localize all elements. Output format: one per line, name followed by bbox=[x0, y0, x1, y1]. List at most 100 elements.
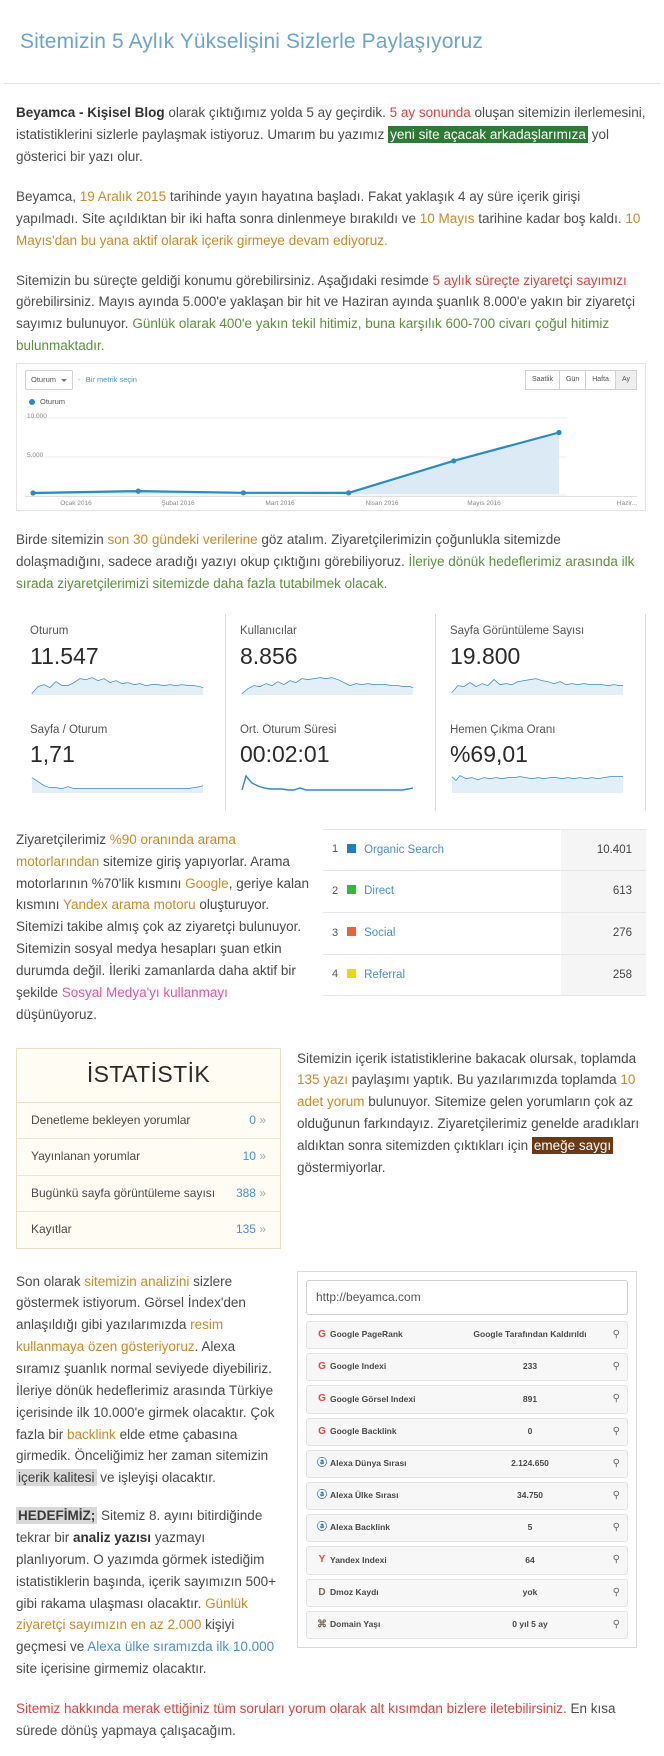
seo-value: 64 bbox=[525, 1554, 535, 1565]
stat-value: 388 bbox=[235, 1185, 256, 1200]
source-name[interactable]: Referral bbox=[360, 954, 561, 996]
list-item[interactable]: Yayınlanan yorumlar 10 » bbox=[17, 1139, 280, 1176]
source-color-swatch bbox=[343, 954, 360, 996]
chevron-right-icon: » bbox=[259, 1222, 266, 1237]
chart-metric-controls: Oturum - Bir metrik seçin bbox=[25, 370, 137, 391]
google-icon: G bbox=[318, 1393, 326, 1405]
range-option-hafta[interactable]: Hafta bbox=[586, 370, 616, 390]
yandex-icon: Y bbox=[318, 1554, 326, 1566]
chevron-right-icon: » bbox=[259, 1149, 266, 1164]
search-icon[interactable]: ⚲ bbox=[602, 1359, 620, 1375]
stat-value-wrapper[interactable]: 135 » bbox=[236, 1220, 266, 1239]
chart-point-2[interactable] bbox=[240, 490, 246, 496]
source-name[interactable]: Organic Search bbox=[360, 829, 561, 871]
range-option-gun[interactable]: Gün bbox=[559, 370, 587, 390]
stat-value-wrapper[interactable]: 0 » bbox=[249, 1111, 266, 1130]
source-rank: 1 bbox=[331, 843, 339, 856]
metric-card-kullanicilar: Kullanıcılar 8.856 bbox=[226, 614, 436, 713]
p3-red-1: 5 aylık süreçte ziyaretçi sayımızı bbox=[432, 272, 627, 288]
analytics-trend-chart: Oturum - Bir metrik seçin Saatlik Gün Ha… bbox=[16, 363, 646, 511]
stat-value-wrapper[interactable]: 10 » bbox=[243, 1147, 266, 1166]
search-icon[interactable]: ⚲ bbox=[602, 1617, 620, 1633]
chart-point-3[interactable] bbox=[346, 490, 352, 496]
seo-value: 233 bbox=[522, 1361, 538, 1372]
card-value: 8.856 bbox=[239, 643, 298, 670]
y-tick-10000: 10.000 bbox=[27, 413, 47, 421]
paragraph-8: HEDEFİMİZ; Sitemiz 8. ayını bitirdiğinde… bbox=[16, 1505, 281, 1680]
stat-value-wrapper[interactable]: 388 » bbox=[236, 1184, 266, 1203]
card-value: %69,01 bbox=[449, 741, 528, 768]
seo-row-alexa-backlink[interactable]: ⓐ Alexa Backlink 5 ⚲ bbox=[306, 1514, 628, 1543]
search-icon[interactable]: ⚲ bbox=[602, 1552, 620, 1568]
search-icon[interactable]: ⚲ bbox=[602, 1424, 620, 1440]
site-url-field[interactable]: http://beyamca.com bbox=[306, 1279, 628, 1316]
paragraph-6: Sitemizin içerik istatistiklerine bakaca… bbox=[297, 1048, 646, 1179]
p4-orange-1: son 30 gündeki verilerine bbox=[107, 531, 258, 547]
chart-point-0[interactable] bbox=[30, 490, 36, 496]
p7-orange-1: sitemizin analizini bbox=[84, 1273, 190, 1289]
table-row[interactable]: 2 Direct 613 bbox=[323, 870, 646, 913]
p7-highlight-1: içerik kalitesi bbox=[16, 1469, 97, 1487]
table-row[interactable]: 1 Organic Search 10.401 bbox=[323, 829, 646, 871]
p5-orange-3: Yandex arama motoru bbox=[63, 897, 196, 913]
table-row[interactable]: 4 Referral 258 bbox=[323, 954, 646, 996]
left-text-column: Son olarak sitemizin analizini sizlere g… bbox=[16, 1271, 281, 1680]
sparkline-svg bbox=[31, 677, 204, 695]
card-label: Kullanıcılar bbox=[239, 625, 297, 638]
search-icon[interactable]: ⚲ bbox=[602, 1456, 620, 1472]
seo-row-google-gorsel-indexi[interactable]: G Google Görsel Indexi 891 ⚲ bbox=[306, 1385, 628, 1414]
range-option-ay[interactable]: Ay bbox=[615, 370, 637, 390]
y-tick-5000: 5.000 bbox=[27, 452, 44, 460]
statistics-section: İSTATİSTİK Denetleme bekleyen yorumlar 0… bbox=[16, 1047, 646, 1249]
search-icon[interactable]: ⚲ bbox=[602, 1391, 620, 1407]
metric-card-oturum: Oturum 11.547 bbox=[16, 614, 226, 713]
title-divider bbox=[4, 83, 660, 85]
seo-row-google-pagerank[interactable]: G Google PageRank Google Tarafından Kald… bbox=[306, 1321, 628, 1350]
domain-age-icon: ⌘ bbox=[317, 1618, 327, 1630]
p6-text-1: Sitemizin içerik istatistiklerine bakaca… bbox=[297, 1050, 637, 1066]
metric-select[interactable]: Oturum bbox=[25, 370, 74, 391]
search-icon[interactable]: ⚲ bbox=[602, 1520, 620, 1536]
add-metric-link[interactable]: Bir metrik seçin bbox=[86, 374, 137, 386]
seo-label: Yandex Indexi bbox=[330, 1554, 387, 1565]
x-tick-0: Ocak 2016 bbox=[60, 500, 92, 508]
seo-row-google-indexi[interactable]: G Google Indexi 233 ⚲ bbox=[306, 1353, 628, 1382]
chart-point-1[interactable] bbox=[135, 488, 141, 494]
seo-value: yok bbox=[522, 1586, 538, 1597]
chart-point-5[interactable] bbox=[556, 430, 562, 436]
sparkline-svg bbox=[451, 678, 623, 695]
seo-value: 0 bbox=[527, 1425, 533, 1436]
stat-value: 10 bbox=[242, 1149, 256, 1164]
list-item[interactable]: Bugünkü sayfa görüntüleme sayısı 388 » bbox=[17, 1176, 280, 1213]
x-tick-5: Hazir... bbox=[616, 500, 637, 508]
seo-label: Domain Yaşı bbox=[330, 1618, 381, 1629]
list-item[interactable]: Denetleme bekleyen yorumlar 0 » bbox=[17, 1103, 280, 1140]
stat-label: Yayınlanan yorumlar bbox=[31, 1149, 141, 1164]
seo-row-yandex-indexi[interactable]: Y Yandex Indexi 64 ⚲ bbox=[306, 1546, 628, 1575]
seo-row-dmoz-kaydi[interactable]: D Dmoz Kaydı yok ⚲ bbox=[306, 1578, 628, 1607]
search-icon[interactable]: ⚲ bbox=[602, 1585, 620, 1601]
chart-point-4[interactable] bbox=[451, 458, 457, 464]
range-option-saatlik[interactable]: Saatlik bbox=[524, 370, 560, 390]
card-value: 00:02:01 bbox=[239, 741, 330, 768]
metric-card-sayfa-oturum: Sayfa / Oturum 1,71 bbox=[16, 712, 226, 811]
seo-label: Alexa Backlink bbox=[330, 1522, 391, 1533]
seo-row-alexa-dunya-sirasi[interactable]: ⓐ Alexa Dünya Sırası 2.124.650 ⚲ bbox=[306, 1449, 628, 1478]
paragraph-1: Beyamca - Kişisel Blog olarak çıktığımız… bbox=[16, 102, 646, 168]
search-icon[interactable]: ⚲ bbox=[602, 1327, 620, 1343]
source-rank: 3 bbox=[331, 926, 339, 939]
list-item[interactable]: Kayıtlar 135 » bbox=[17, 1212, 280, 1247]
p6-text-2: paylaşımı yaptık. Bu yazılarımızda topla… bbox=[348, 1072, 621, 1088]
p6-orange-1: 135 yazı bbox=[297, 1072, 349, 1088]
source-name[interactable]: Direct bbox=[360, 871, 561, 913]
table-row[interactable]: 3 Social 276 bbox=[323, 912, 646, 955]
search-icon[interactable]: ⚲ bbox=[602, 1488, 620, 1504]
alexa-icon: ⓐ bbox=[317, 1489, 327, 1501]
source-color-swatch bbox=[343, 829, 360, 871]
source-name[interactable]: Social bbox=[360, 913, 561, 955]
card-label: Ort. Oturum Süresi bbox=[239, 723, 337, 736]
seo-row-google-backlink[interactable]: G Google Backlink 0 ⚲ bbox=[306, 1417, 628, 1446]
seo-row-alexa-ulke-sirasi[interactable]: ⓐ Alexa Ülke Sırası 34.750 ⚲ bbox=[306, 1481, 628, 1511]
seo-row-domain-yasi[interactable]: ⌘ Domain Yaşı 0 yıl 5 ay ⚲ bbox=[306, 1610, 628, 1639]
stat-label: Bugünkü sayfa görüntüleme sayısı bbox=[31, 1185, 216, 1200]
